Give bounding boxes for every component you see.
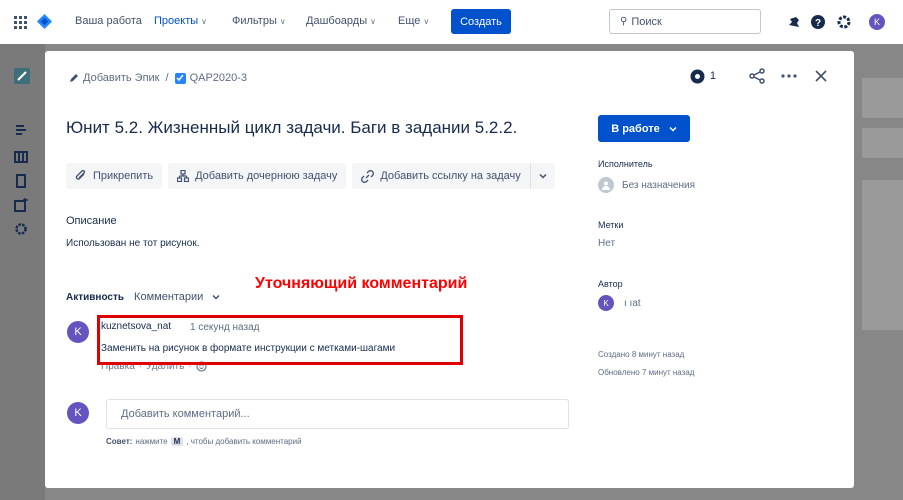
backdrop-panel: [862, 128, 903, 158]
annotation-label: Уточняющий комментарий: [255, 275, 468, 292]
labels-value[interactable]: Нет: [598, 238, 615, 249]
link-icon: [361, 169, 375, 183]
more-actions-dropdown[interactable]: [529, 163, 555, 189]
nav-dashboards-label: Дашбоарды: [306, 15, 368, 27]
description-label: Описание: [66, 215, 117, 227]
notifications-icon[interactable]: [786, 14, 802, 30]
assignee-value: Без назначения: [622, 179, 695, 191]
top-navigation: Ваша работа Проекты ∨ Фильтры ∨ Дашбоарды ∨…: [0, 0, 903, 44]
add-child-issue-label: Добавить дочернюю задачу: [195, 170, 338, 182]
create-button[interactable]: Создать: [451, 9, 511, 34]
assignee-field[interactable]: Без назначения: [598, 177, 695, 193]
user-avatar[interactable]: K: [869, 14, 885, 30]
task-type-icon: [174, 72, 186, 84]
issue-title[interactable]: Юнит 5.2. Жизненный цикл задачи. Баги в …: [66, 117, 536, 139]
breadcrumb-separator: /: [165, 72, 169, 84]
author-avatar: K: [598, 295, 614, 311]
search-icon: ⚲: [620, 16, 628, 27]
chevron-down-icon: [539, 173, 547, 179]
author-label: Автор: [598, 279, 623, 289]
add-epic-link[interactable]: Добавить Эпик: [83, 72, 160, 84]
jira-logo-icon[interactable]: [37, 14, 52, 29]
paperclip-icon: [75, 170, 86, 180]
svg-text:?: ?: [815, 18, 821, 29]
search-placeholder: Поиск: [631, 15, 662, 28]
nav-more-label: Еще: [398, 15, 421, 27]
app-switcher-icon[interactable]: [14, 16, 27, 29]
chevron-down-icon: ∨: [423, 17, 430, 26]
backdrop-panel: [862, 180, 903, 330]
roadmap-icon[interactable]: [14, 124, 28, 138]
project-sidebar: [0, 44, 45, 500]
author-field[interactable]: K ı ıat: [598, 295, 641, 311]
watch-button[interactable]: 1: [690, 69, 716, 84]
nav-filters[interactable]: Фильтры ∨: [232, 15, 286, 27]
hint-prefix: Совет:: [106, 437, 133, 446]
chevron-down-icon: [212, 294, 220, 300]
chevron-down-icon: ∨: [201, 17, 207, 26]
labels-label: Метки: [598, 220, 624, 230]
issue-key-link[interactable]: QAP2020-3: [190, 72, 247, 84]
eye-icon: [690, 69, 705, 83]
attach-button[interactable]: Прикрепить: [66, 163, 163, 189]
nav-your-work[interactable]: Ваша работа: [75, 15, 142, 27]
add-comment-input[interactable]: Добавить комментарий...: [106, 399, 569, 429]
board-icon[interactable]: [14, 150, 28, 164]
link-issue-label: Добавить ссылку на задачу: [380, 170, 521, 182]
breadcrumb: Добавить Эпик / QAP2020-3: [69, 72, 247, 84]
hint-text-after: , чтобы добавить комментарий: [186, 437, 302, 446]
watch-count: 1: [709, 70, 716, 82]
add-item-icon[interactable]: [14, 198, 28, 212]
created-timestamp: Создано 8 минут назад: [598, 350, 685, 359]
child-issue-icon: [177, 170, 190, 182]
chevron-down-icon: ∨: [370, 17, 376, 26]
assignee-label: Исполнитель: [598, 159, 653, 169]
modal-toolbar: 1: [690, 67, 830, 85]
activity-filter-select[interactable]: Комментарии: [134, 291, 220, 303]
help-icon[interactable]: ?: [810, 14, 826, 30]
status-dropdown-button[interactable]: В работе: [598, 115, 690, 142]
activity-filter-value: Комментарии: [134, 291, 204, 303]
nav-filters-label: Фильтры: [232, 15, 277, 27]
close-icon[interactable]: [812, 67, 830, 85]
project-avatar-icon[interactable]: [14, 68, 30, 84]
current-user-avatar: K: [67, 402, 89, 424]
status-label: В работе: [611, 122, 660, 135]
edit-pencil-icon: [70, 74, 78, 82]
more-actions-icon[interactable]: [780, 67, 798, 85]
description-text[interactable]: Использован не тот рисунок.: [66, 238, 200, 249]
link-issue-button[interactable]: Добавить ссылку на задачу: [352, 163, 530, 189]
author-name: ı ıat: [624, 297, 641, 309]
attach-label: Прикрепить: [93, 170, 154, 182]
activity-header: Активность Комментарии: [66, 291, 220, 303]
chevron-down-icon: ∨: [279, 17, 286, 26]
comment-hint: Совет: нажмите M , чтобы добавить коммен…: [106, 437, 302, 446]
search-input[interactable]: ⚲ Поиск: [609, 9, 761, 34]
issue-modal: Добавить Эпик / QAP2020-3 1 Юнит 5.2. Жи…: [45, 51, 854, 488]
nav-dashboards[interactable]: Дашбоарды ∨: [306, 15, 376, 27]
add-child-issue-button[interactable]: Добавить дочернюю задачу: [168, 163, 347, 189]
annotation-highlight-box: [97, 315, 463, 365]
backdrop-panel: [862, 78, 903, 118]
pages-icon[interactable]: [14, 174, 28, 188]
chevron-down-icon: [669, 126, 677, 132]
issue-actions: Прикрепить Добавить дочернюю задачу Доба…: [66, 163, 561, 189]
nav-projects-label: Проекты: [154, 15, 199, 27]
nav-more[interactable]: Еще ∨: [398, 15, 429, 27]
updated-timestamp: Обновлено 7 минут назад: [598, 368, 695, 377]
nav-projects[interactable]: Проекты ∨: [154, 15, 207, 27]
share-icon[interactable]: [748, 67, 766, 85]
settings-gear-icon[interactable]: [836, 14, 852, 30]
unassigned-avatar-icon: [598, 177, 614, 193]
shortcut-key: M: [170, 437, 184, 446]
comment-author-avatar[interactable]: K: [67, 321, 89, 343]
project-settings-icon[interactable]: [14, 222, 28, 236]
activity-label: Активность: [66, 291, 125, 303]
hint-text-before: нажмите: [135, 437, 168, 446]
